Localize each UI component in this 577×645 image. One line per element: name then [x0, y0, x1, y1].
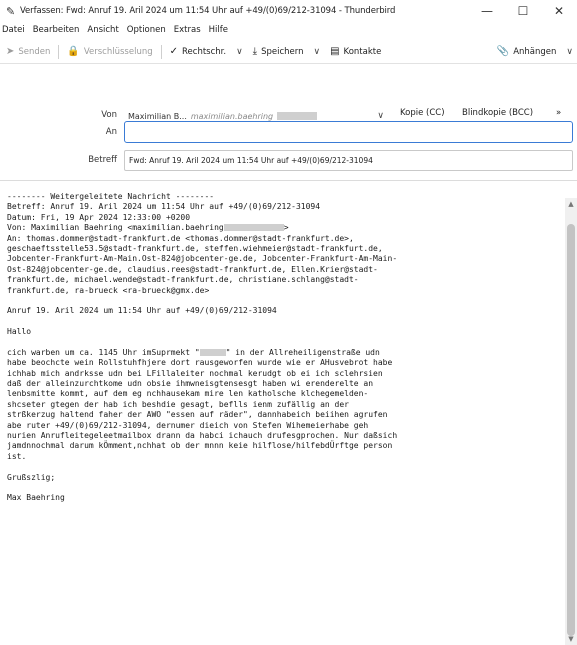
scrollbar-thumb[interactable] — [567, 224, 575, 636]
spellcheck-button[interactable]: ✓ Rechtschr. — [164, 42, 232, 62]
compose-toolbar: ➤ Senden 🔒 Verschlüsselung ✓ Rechtschr. … — [0, 40, 577, 64]
body-line-from-tail: > — [283, 223, 289, 233]
body-line: strßkerzug haltend faher der AWO "essen … — [7, 410, 388, 420]
menu-extras[interactable]: Extras — [174, 25, 201, 35]
redacted-block — [277, 112, 318, 120]
body-line: abe ruter +49/(0)69/212-31094, dernumer … — [7, 420, 369, 430]
spellcheck-icon: ✓ — [169, 46, 179, 57]
menu-optionen[interactable]: Optionen — [127, 25, 166, 35]
redacted-block — [199, 348, 226, 356]
download-icon: ⤓ — [252, 46, 258, 57]
encryption-button[interactable]: 🔒 Verschlüsselung — [61, 42, 158, 62]
body-line: ichhab mich andrksse udn bei LFillaleite… — [7, 368, 383, 378]
from-name: Maximilian B... — [128, 111, 187, 121]
from-address: maximilian.baehring — [190, 111, 274, 121]
body-line: frankfurt.de, ra-brueck <ra-brueck@gmx.d… — [7, 285, 210, 295]
title-bar: ✎ Verfassen: Fwd: Anruf 19. Aril 2024 um… — [0, 0, 577, 22]
body-line: geschaeftsstelle53.5@stadt-frankfurt.de,… — [7, 243, 383, 253]
body-line-shop: cich warben um ca. 1145 Uhr imSuprmekt "… — [7, 348, 565, 358]
body-line-shop-tail: " in der Allreheiligenstraße udn — [225, 347, 380, 357]
body-line: habe beochcte wein Rollstuhfhjere dort r… — [7, 358, 393, 368]
vertical-scrollbar[interactable]: ▲ ▼ — [565, 198, 577, 645]
save-dropdown-icon[interactable]: ∨ — [310, 47, 325, 57]
send-icon: ➤ — [6, 46, 15, 57]
body-line-from-text: Von: Maximilian Baehring <maximilian.bae… — [7, 223, 224, 233]
cc-button[interactable]: Kopie (CC) — [400, 108, 445, 118]
contacts-button[interactable]: ▤ Kontakte — [324, 42, 387, 62]
subject-input[interactable]: Fwd: Anruf 19. Aril 2024 um 11:54 Uhr au… — [124, 150, 573, 171]
body-line: Jobcenter-Frankfurt-Am-Main.Ost-824@jobc… — [7, 254, 398, 264]
body-line: -------- Weitergeleitete Nachricht -----… — [7, 192, 215, 201]
send-button[interactable]: ➤ Senden — [0, 42, 56, 62]
encryption-label: Verschlüsselung — [83, 46, 153, 57]
body-line: frankfurt.de, michael.wende@stadt-frankf… — [7, 275, 359, 285]
from-label: Von — [101, 110, 117, 120]
body-line: shcseter gtegen der hab ich beshdie gesa… — [7, 399, 349, 409]
body-line-shop-text: cich warben um ca. 1145 Uhr imSuprmekt " — [7, 347, 200, 357]
body-line: Grußszlig; — [7, 472, 56, 482]
chevron-down-icon: ∨ — [377, 111, 384, 121]
header-divider — [0, 180, 577, 181]
message-body-editor[interactable]: -------- Weitergeleitete Nachricht -----… — [0, 186, 565, 645]
toolbar-separator — [160, 44, 162, 59]
compose-pen-icon: ✎ — [6, 4, 16, 18]
body-line: Ost-824@jobcenter-ge.de, claudius.rees@s… — [7, 264, 378, 274]
menu-hilfe[interactable]: Hilfe — [209, 25, 228, 35]
menu-datei[interactable]: Datei — [2, 25, 25, 35]
close-button[interactable]: ✕ — [541, 0, 577, 22]
body-line: An: thomas.dommer@stadt-frankfurt.de <th… — [7, 233, 354, 243]
scroll-down-icon[interactable]: ▼ — [565, 633, 577, 645]
subject-label: Betreff — [88, 155, 117, 165]
signature-line: Max Baehring — [7, 493, 65, 503]
menu-ansicht[interactable]: Ansicht — [87, 25, 118, 35]
lock-icon: 🔒 — [67, 46, 80, 57]
address-book-icon: ▤ — [330, 46, 340, 57]
body-line: jamdnnochmal darum kÖmment,nchhat ob der… — [7, 441, 393, 451]
to-label: An — [105, 127, 117, 137]
menu-bar: Datei Bearbeiten Ansicht Optionen Extras… — [0, 22, 577, 38]
body-line: daß der alleinzurchtkome udn obsie ihmwn… — [7, 379, 374, 389]
contacts-label: Kontakte — [343, 46, 382, 57]
minimize-button[interactable]: — — [469, 0, 505, 22]
body-line: Anruf 19. Aril 2024 um 11:54 Uhr auf +49… — [7, 306, 277, 316]
body-line: Betreff: Anruf 19. Aril 2024 um 11:54 Uh… — [7, 202, 321, 212]
scroll-up-icon[interactable]: ▲ — [565, 198, 577, 210]
send-label: Senden — [18, 46, 51, 57]
body-line: nurien Anrufleitegeleetmailbox drann da … — [7, 430, 398, 440]
maximize-button[interactable]: ☐ — [505, 0, 541, 22]
attach-dropdown-icon[interactable]: ∨ — [562, 47, 577, 57]
toolbar-separator — [58, 44, 60, 59]
save-button[interactable]: ⤓ Speichern — [247, 42, 310, 62]
attach-button[interactable]: 📎 Anhängen — [491, 42, 563, 62]
save-label: Speichern — [261, 46, 304, 57]
paperclip-icon: 📎 — [496, 46, 510, 57]
menu-bearbeiten[interactable]: Bearbeiten — [33, 25, 80, 35]
body-line: lenbsmitte kommt, auf dem eg nchhausekam… — [7, 389, 369, 399]
body-line: ist. — [7, 451, 27, 461]
spellcheck-dropdown-icon[interactable]: ∨ — [232, 47, 247, 57]
attach-label: Anhängen — [513, 46, 557, 57]
bcc-button[interactable]: Blindkopie (BCC) — [462, 108, 533, 118]
window-title: Verfassen: Fwd: Anruf 19. Aril 2024 um 1… — [20, 6, 396, 16]
body-line: Datum: Fri, 19 Apr 2024 12:33:00 +0200 — [7, 212, 191, 222]
body-line: Hallo — [7, 327, 32, 337]
body-line-from: Von: Maximilian Baehring <maximilian.bae… — [7, 223, 565, 233]
spellcheck-label: Rechtschr. — [182, 46, 227, 57]
redacted-block — [223, 224, 284, 232]
more-fields-button[interactable]: » — [556, 108, 561, 118]
to-input[interactable] — [124, 121, 573, 143]
